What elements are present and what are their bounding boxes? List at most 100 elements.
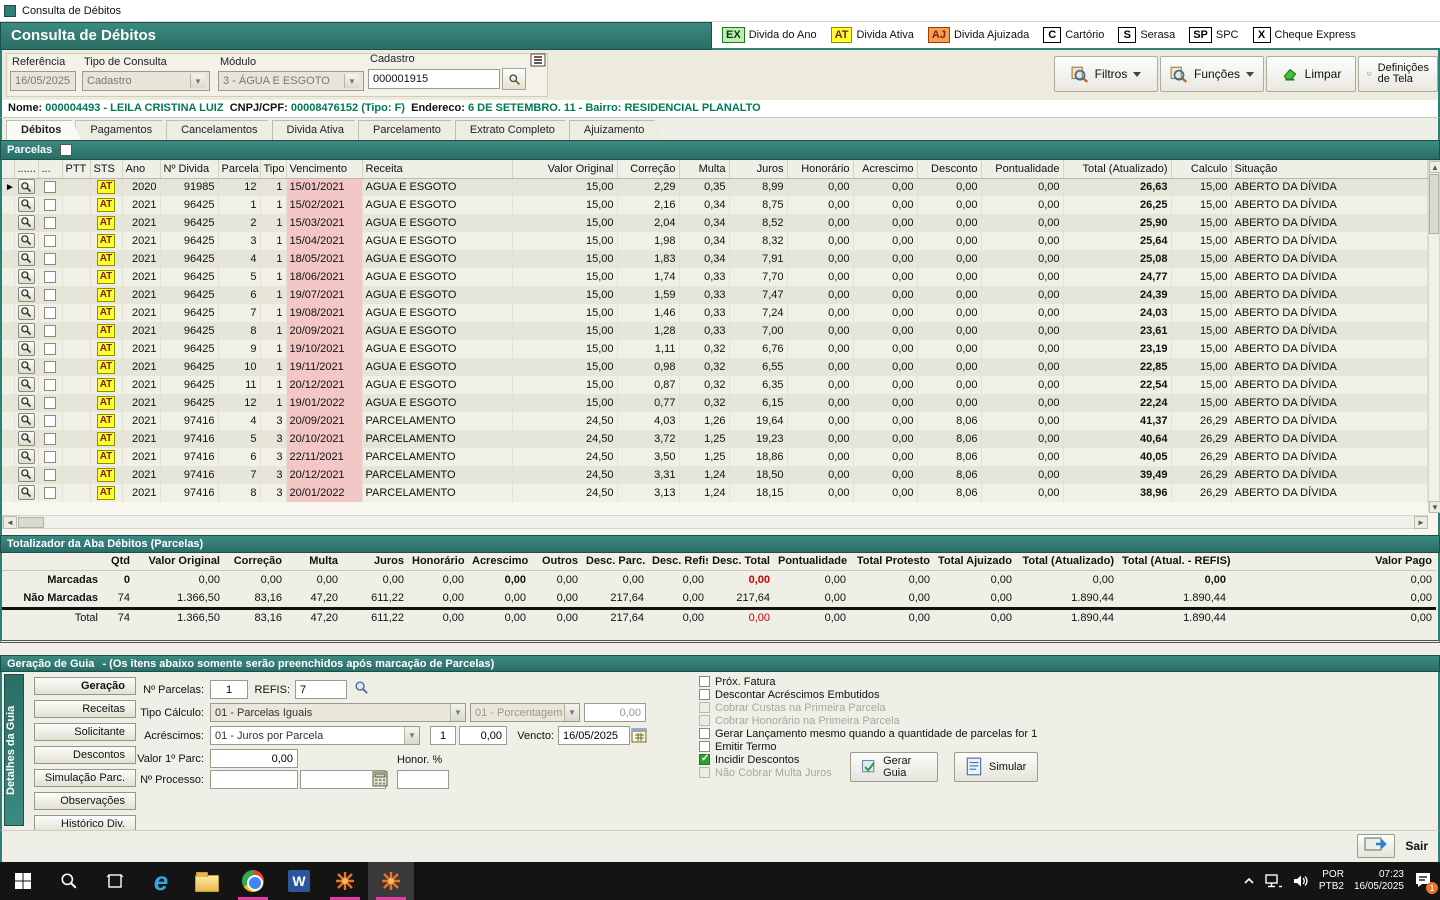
tab-cancelamentos[interactable]: Cancelamentos [166, 120, 277, 140]
row-checkbox[interactable] [44, 361, 56, 374]
row-checkbox[interactable] [44, 199, 56, 212]
geracao-nav-receitas[interactable]: Receitas [34, 700, 136, 718]
row-search-button[interactable] [17, 376, 35, 392]
acrescimos-qtd-input[interactable] [430, 726, 456, 745]
simular-button[interactable]: Simular [954, 752, 1038, 782]
row-search-button[interactable] [17, 340, 35, 356]
app-icon-2-active[interactable] [368, 862, 414, 900]
column-header[interactable]: Receita [362, 160, 513, 179]
app-icon-1[interactable] [322, 862, 368, 900]
notifications-button[interactable]: 1 [1414, 871, 1438, 894]
funcoes-button[interactable]: Funções [1160, 56, 1264, 92]
network-icon[interactable] [1265, 874, 1283, 888]
chrome-icon[interactable] [230, 862, 276, 900]
tab-parcelamento[interactable]: Parcelamento [358, 120, 461, 140]
row-search-button[interactable] [17, 322, 35, 338]
language-indicator[interactable]: POR PTB2 [1319, 869, 1344, 893]
filtros-button[interactable]: Filtros [1054, 56, 1158, 92]
file-explorer-icon[interactable] [184, 862, 230, 900]
column-header[interactable]: Nº Divida [160, 160, 219, 179]
acrescimos-select[interactable]: 01 - Juros por Parcela ▼ [210, 726, 420, 745]
geracao-nav-observa-es[interactable]: Observações [34, 792, 136, 810]
row-search-button[interactable] [17, 196, 35, 212]
tipo-calculo-select[interactable]: 01 - Parcelas Iguais ▼ [210, 703, 466, 722]
column-header[interactable]: Acrescimo [853, 160, 918, 179]
row-search-button[interactable] [17, 412, 35, 428]
tab-pagamentos[interactable]: Pagamentos [75, 120, 172, 140]
row-search-button[interactable] [17, 268, 35, 284]
calculator-icon[interactable] [372, 771, 388, 790]
parcelas-checkbox[interactable] [60, 144, 73, 156]
column-header[interactable] [2, 160, 15, 179]
modulo-select[interactable]: 3 - ÁGUA E ESGOTO ▼ [218, 71, 364, 91]
referencia-field[interactable] [10, 71, 76, 91]
geracao-nav-gera-o[interactable]: Geração [34, 677, 136, 695]
row-search-button[interactable] [17, 448, 35, 464]
start-button[interactable] [0, 862, 46, 900]
option-checkbox[interactable] [699, 741, 710, 752]
gerar-guia-button[interactable]: Gerar Guia [850, 752, 938, 782]
column-header[interactable]: Valor Original [512, 160, 618, 179]
scroll-left-icon[interactable]: ◄ [3, 516, 17, 529]
option-checkbox[interactable] [699, 728, 710, 739]
row-search-button[interactable] [17, 304, 35, 320]
tab-débitos[interactable]: Débitos [6, 120, 81, 140]
n-parcelas-input[interactable] [210, 680, 248, 699]
option-checkbox[interactable] [699, 676, 710, 687]
column-header[interactable]: Pontualidade [981, 160, 1064, 179]
honor-input[interactable] [397, 770, 449, 789]
row-search-button[interactable] [17, 484, 35, 500]
list-icon[interactable] [530, 53, 546, 67]
row-search-button[interactable] [17, 286, 35, 302]
word-icon[interactable]: W [276, 862, 322, 900]
column-header[interactable]: ...... [14, 160, 39, 179]
geracao-nav-solicitante[interactable]: Solicitante [34, 723, 136, 741]
tipo-calculo-percent-value[interactable] [584, 703, 646, 722]
scroll-down-icon[interactable]: ▼ [1429, 501, 1440, 513]
row-checkbox[interactable] [44, 397, 56, 410]
option-checkbox[interactable] [699, 689, 710, 700]
row-search-button[interactable] [17, 214, 35, 230]
vertical-scroll-thumb[interactable] [1429, 174, 1439, 234]
column-header[interactable]: Tipo [260, 160, 287, 179]
tab-ajuizamento[interactable]: Ajuizamento [569, 120, 665, 140]
row-checkbox[interactable] [44, 325, 56, 338]
horizontal-scrollbar[interactable]: ◄ ► [2, 515, 1428, 529]
column-header[interactable]: Juros [729, 160, 788, 179]
row-search-button[interactable] [17, 466, 35, 482]
row-checkbox[interactable] [44, 415, 56, 428]
limpar-button[interactable]: Limpar [1266, 56, 1356, 92]
calendar-icon[interactable] [631, 727, 647, 746]
column-header[interactable]: Vencimento [286, 160, 363, 179]
n-processo-input[interactable] [210, 770, 298, 789]
column-header[interactable]: Desconto [917, 160, 982, 179]
cadastro-search-button[interactable] [502, 68, 526, 90]
row-checkbox[interactable] [44, 307, 56, 320]
tab-divida-ativa[interactable]: Divida Ativa [272, 120, 364, 140]
row-search-button[interactable] [17, 179, 35, 194]
tipo-consulta-select[interactable]: Cadastro ▼ [82, 71, 210, 91]
sair-button[interactable] [1357, 834, 1396, 858]
row-checkbox[interactable] [44, 343, 56, 356]
row-checkbox[interactable] [44, 379, 56, 392]
row-checkbox[interactable] [44, 433, 56, 446]
definicoes-tela-button[interactable]: Definições de Tela [1358, 56, 1438, 92]
acrescimos-valor-input[interactable] [459, 726, 507, 745]
vertical-scrollbar[interactable]: ▲ ▼ [1428, 160, 1440, 513]
refis-input[interactable] [295, 680, 347, 699]
column-header[interactable]: PTT [62, 160, 91, 179]
vencto-input[interactable] [558, 726, 630, 745]
row-checkbox[interactable] [44, 451, 56, 464]
row-checkbox[interactable] [44, 487, 56, 500]
row-checkbox[interactable] [44, 469, 56, 482]
column-header[interactable]: Correção [617, 160, 680, 179]
geracao-nav-simula-o-parc-[interactable]: Simulação Parc. [34, 769, 136, 787]
row-search-button[interactable] [17, 250, 35, 266]
taskbar-search-button[interactable] [46, 862, 92, 900]
row-checkbox[interactable] [44, 289, 56, 302]
row-checkbox[interactable] [44, 181, 56, 194]
refis-search-button[interactable] [354, 680, 369, 698]
column-header[interactable]: Multa [679, 160, 730, 179]
row-search-button[interactable] [17, 430, 35, 446]
internet-explorer-icon[interactable]: e [138, 862, 184, 900]
